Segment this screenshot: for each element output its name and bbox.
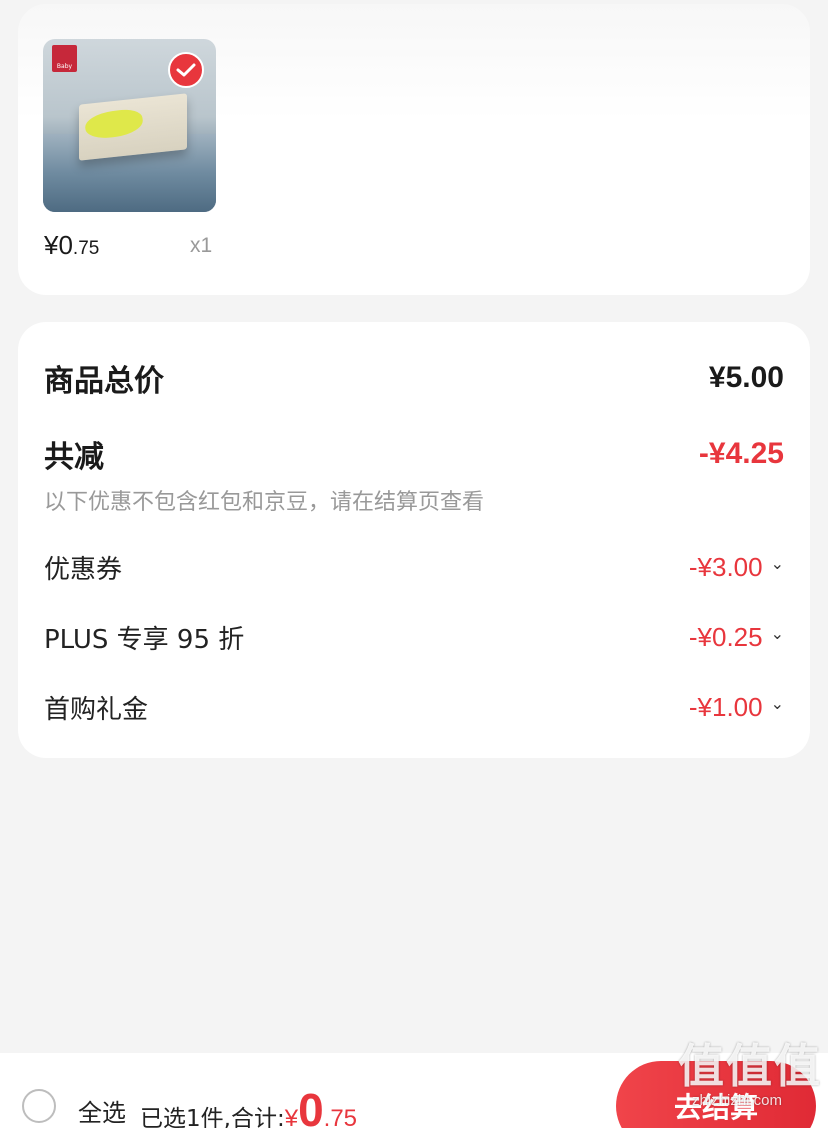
product-quantity: x1 [190,234,213,257]
site-watermark: 值值值 zhizhizhi.com [678,1040,822,1110]
total-amount-integer: 0 [298,1084,324,1128]
total-currency: ¥ [284,1105,299,1128]
total-discount-value: -¥4.25 [698,437,784,470]
price-summary-card: 商品总价 ¥5.00 共减 -¥4.25 以下优惠不包含红包和京豆，请在结算页查… [18,322,810,758]
discount-value: -¥0.25 ⌄ [689,622,784,653]
discount-label: 优惠券 [44,554,123,585]
discount-value: -¥1.00 ⌄ [689,692,784,723]
total-price-row: 商品总价 ¥5.00 [44,356,784,400]
discount-value: -¥3.00 ⌄ [689,552,784,583]
select-all-radio[interactable] [22,1089,56,1123]
discount-label: PLUS 专享 95 折 [44,624,245,655]
discount-amount: -¥1.00 [688,691,763,722]
watermark-logo: 值值值 [678,1039,822,1093]
selected-summary: 已选1件,合计: ¥ 0 .75 [140,1083,357,1128]
brand-logo: Baby [52,45,77,72]
chevron-down-icon[interactable]: ⌄ [771,694,784,714]
brand-logo-text: Baby [56,63,73,70]
discount-amount: -¥3.00 [688,551,763,582]
product-card: Baby ¥0.75 x1 [18,4,810,295]
discount-row-coupon[interactable]: 优惠券 -¥3.00 ⌄ [44,547,784,587]
discount-amount: -¥0.25 [688,621,763,652]
discount-row-first-purchase[interactable]: 首购礼金 -¥1.00 ⌄ [44,687,784,727]
total-discount-label: 共减 [44,440,104,475]
product-price-main: ¥0 [44,230,73,260]
total-price-label: 商品总价 [44,364,164,399]
discount-label: 首购礼金 [44,694,149,725]
chevron-down-icon[interactable]: ⌄ [771,624,784,644]
total-price-value: ¥5.00 [708,361,784,394]
select-all-label[interactable]: 全选 [78,1093,126,1128]
product-selected-check-icon[interactable] [168,52,204,88]
cart-page: Baby ¥0.75 x1 商品总价 ¥5.00 共减 -¥4.25 以下优惠不… [0,0,828,1128]
total-discount-row: 共减 -¥4.25 [44,432,784,476]
watermark-site: zhizhizhi.com [691,1092,782,1109]
total-amount-decimal: .75 [323,1105,358,1128]
discount-row-plus[interactable]: PLUS 专享 95 折 -¥0.25 ⌄ [44,617,784,657]
selected-count-text: 已选1件,合计: [140,1106,285,1128]
discount-note: 以下优惠不包含红包和京豆，请在结算页查看 [44,490,485,515]
chevron-down-icon[interactable]: ⌄ [771,554,784,574]
product-price: ¥0.75 [44,230,99,261]
product-price-decimal: .75 [72,238,100,259]
